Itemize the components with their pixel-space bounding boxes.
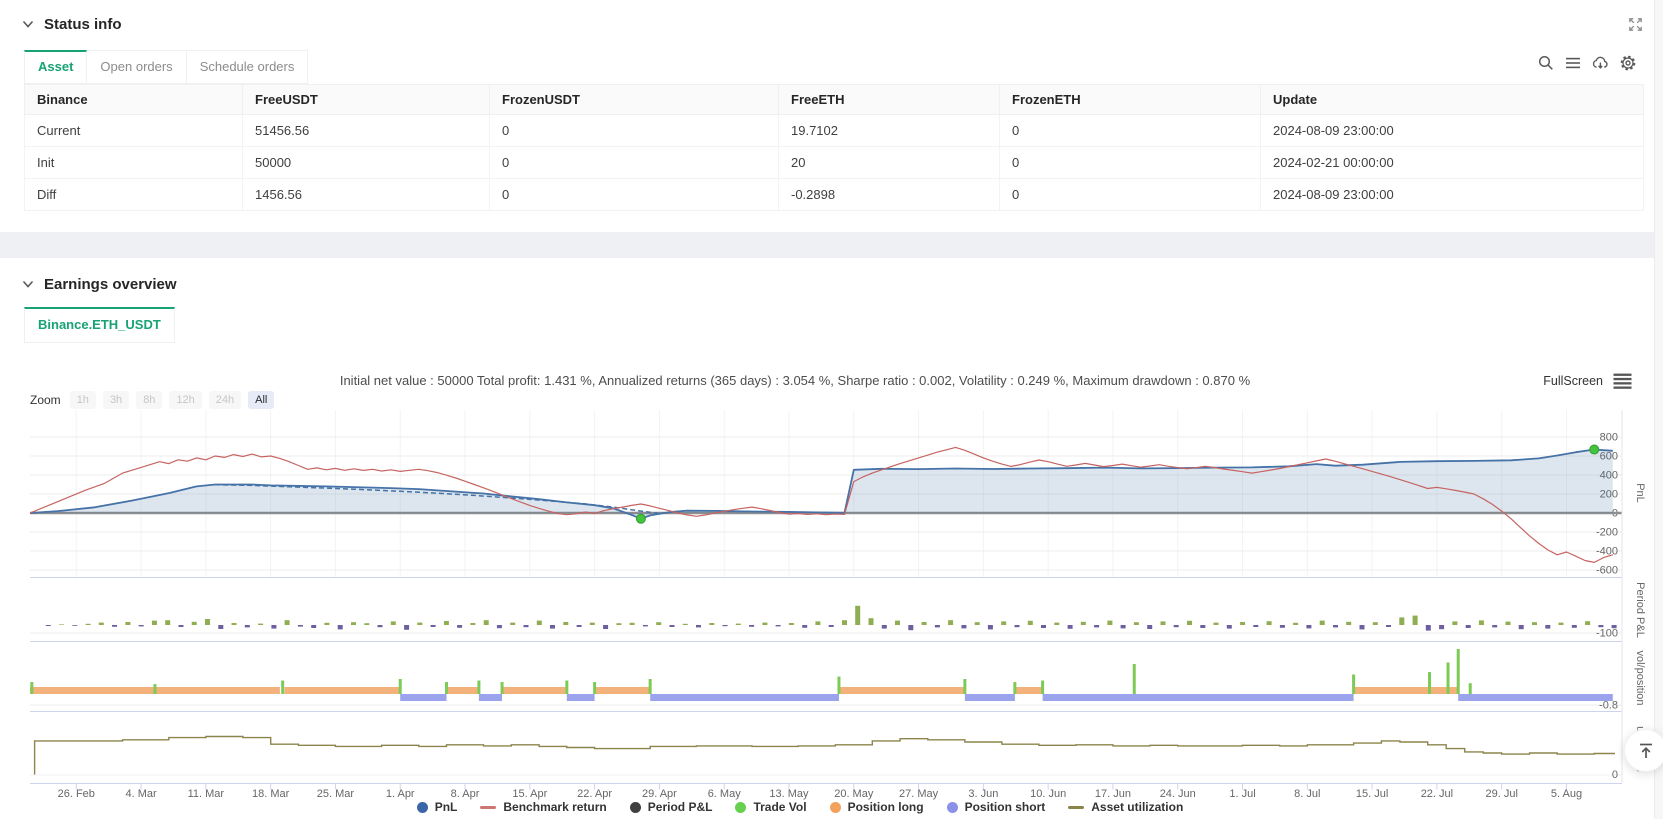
legend-dot-icon (829, 801, 841, 813)
table-cell: 0 (999, 146, 1261, 179)
column-header: FrozenETH (999, 84, 1261, 115)
section-title: Earnings overview (44, 276, 177, 293)
legend-dot-icon (629, 801, 641, 813)
legend-line-icon (480, 805, 497, 809)
table-cell: 0 (489, 146, 779, 179)
table-cell: 20 (778, 146, 1000, 179)
legend-label: Asset utilization (1091, 800, 1184, 814)
asset-table: Binance FreeUSDT FrozenUSDT FreeETH FrozenET… (24, 84, 1644, 211)
earnings-tabs: Binance.ETH_USDT (24, 307, 175, 343)
table-cell: 19.7102 (778, 114, 1000, 147)
cloud-download-icon[interactable] (1591, 54, 1610, 72)
earnings-chart[interactable] (24, 405, 1644, 790)
row-label: Init (24, 146, 243, 179)
legend-item-position-short[interactable]: Position short (946, 800, 1046, 814)
legend-label: Benchmark return (503, 800, 607, 814)
legend-label: Period P&L (647, 800, 713, 814)
status-info-header: Status info (22, 16, 122, 33)
tab-asset[interactable]: Asset (24, 50, 88, 84)
column-header: FrozenUSDT (489, 84, 779, 115)
legend-dot-icon (735, 801, 747, 813)
legend-item-asset-utilization[interactable]: Asset utilization (1068, 800, 1183, 814)
row-label: Diff (24, 178, 243, 211)
tab-schedule-orders[interactable]: Schedule orders (186, 50, 309, 84)
page-scrollbar[interactable] (1654, 0, 1663, 819)
table-cell: 0 (999, 178, 1261, 211)
table-cell: 0 (999, 114, 1261, 147)
legend-dot-icon (416, 801, 428, 813)
column-header: FreeETH (778, 84, 1000, 115)
fullscreen-label[interactable]: FullScreen (1543, 374, 1603, 388)
legend-line-icon (1068, 805, 1085, 809)
legend-item-trade-vol[interactable]: Trade Vol (735, 800, 807, 814)
table-cell: 0 (489, 178, 779, 211)
legend-item-pnl[interactable]: PnL (416, 800, 458, 814)
earnings-header: Earnings overview (22, 276, 177, 293)
legend-item-position-long[interactable]: Position long (829, 800, 924, 814)
table-cell: 2024-08-09 23:00:00 (1260, 114, 1644, 147)
legend-label: Position short (964, 800, 1046, 814)
table-cell: 2024-02-21 00:00:00 (1260, 146, 1644, 179)
column-header: FreeUSDT (242, 84, 490, 115)
table-cell: -0.2898 (778, 178, 1000, 211)
table-cell: 0 (489, 114, 779, 147)
chart-legend: PnL Benchmark return Period P&L Trade Vol Po… (0, 800, 1600, 814)
collapse-chevron-icon[interactable] (22, 20, 34, 29)
table-header-row: Binance FreeUSDT FrozenUSDT FreeETH FrozenET… (24, 84, 1644, 115)
tab-open-orders[interactable]: Open orders (87, 50, 187, 84)
menu-icon[interactable] (1564, 54, 1582, 72)
table-cell: 1456.56 (242, 178, 490, 211)
tab-binance-eth-usdt[interactable]: Binance.ETH_USDT (24, 307, 175, 343)
back-to-top-button[interactable] (1624, 729, 1663, 772)
table-row: Current 51456.56 0 19.7102 0 2024-08-09 23:00… (24, 114, 1644, 147)
table-row: Init 50000 0 20 0 2024-02-21 00:00:00 (24, 146, 1644, 179)
table-cell: 2024-08-09 23:00:00 (1260, 178, 1644, 211)
legend-label: PnL (434, 800, 458, 814)
table-row: Diff 1456.56 0 -0.2898 0 2024-08-09 23:00:00 (24, 178, 1644, 211)
table-cell: 50000 (242, 146, 490, 179)
table-toolbar (1537, 54, 1637, 72)
column-header: Update (1260, 84, 1644, 115)
table-cell: 51456.56 (242, 114, 490, 147)
status-info-card: Status info Asset Open orders Schedule o… (0, 0, 1663, 232)
row-label[interactable]: Current (24, 114, 243, 147)
section-title: Status info (44, 16, 122, 33)
gear-icon[interactable] (1619, 54, 1637, 72)
trading-dashboard: Status info Asset Open orders Schedule o… (0, 0, 1663, 819)
legend-item-benchmark-return[interactable]: Benchmark return (480, 800, 607, 814)
legend-label: Position long (847, 800, 924, 814)
search-icon[interactable] (1537, 54, 1555, 72)
fullscreen-control[interactable]: FullScreen (1543, 373, 1632, 389)
arrow-up-to-line-icon (1639, 743, 1652, 758)
chart-summary-stats: Initial net value : 50000 Total profit: … (339, 373, 1251, 388)
legend-dot-icon (946, 801, 958, 813)
column-header: Binance (24, 84, 243, 115)
legend-label: Trade Vol (753, 800, 807, 814)
collapse-chevron-icon[interactable] (22, 280, 34, 289)
chart-context-menu-icon[interactable] (1613, 373, 1632, 389)
expand-icon[interactable] (1627, 16, 1644, 33)
status-tabs: Asset Open orders Schedule orders (24, 50, 309, 84)
legend-item-period-p-l[interactable]: Period P&L (629, 800, 713, 814)
